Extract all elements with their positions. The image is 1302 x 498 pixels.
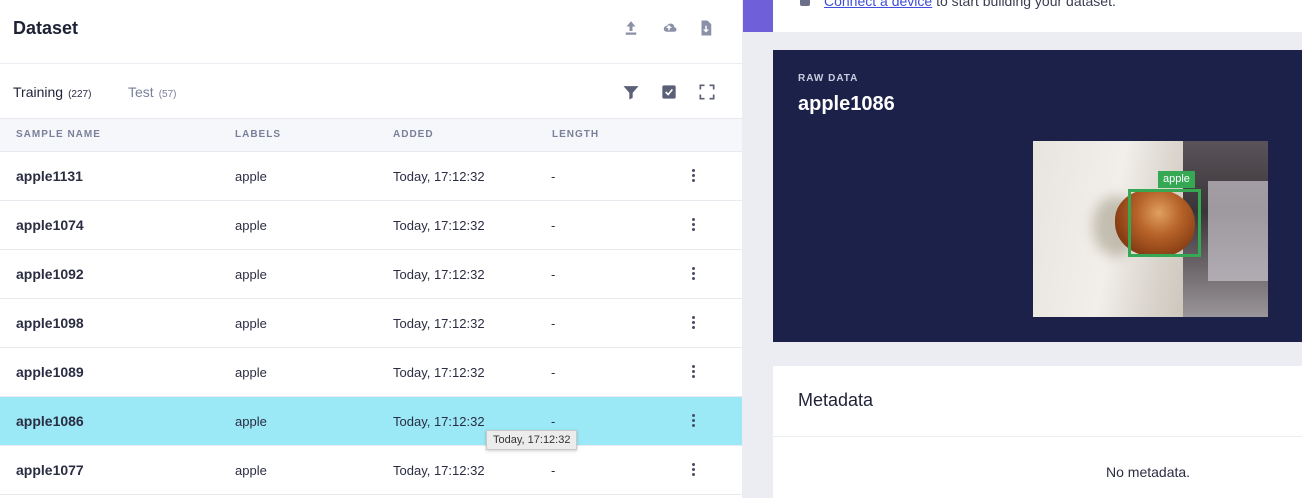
- column-header-labels[interactable]: LABELS: [235, 129, 281, 140]
- table-row-selected[interactable]: apple1086 apple Today, 17:12:32 -: [0, 397, 742, 446]
- sample-added: Today, 17:12:32: [393, 365, 485, 380]
- cloud-upload-icon[interactable]: [660, 19, 678, 37]
- tab-training-count: (227): [68, 89, 92, 100]
- sample-length: -: [551, 414, 556, 429]
- metadata-empty-text: No metadata.: [1106, 464, 1191, 480]
- sample-added: Today, 17:12:32: [393, 463, 485, 478]
- connect-device-link[interactable]: Connect a device: [824, 0, 932, 9]
- sample-name: apple1098: [16, 315, 84, 331]
- tab-test[interactable]: Test (57): [128, 84, 176, 100]
- tabs-row: Training (227) Test (57): [0, 64, 742, 119]
- more-options-icon[interactable]: [687, 364, 699, 380]
- sample-label: apple: [235, 316, 267, 331]
- tab-test-label: Test: [128, 84, 154, 100]
- table-header: SAMPLE NAME LABELS ADDED LENGTH: [0, 119, 742, 152]
- tab-training[interactable]: Training (227): [13, 84, 91, 100]
- sample-added: Today, 17:12:32: [393, 414, 485, 429]
- sample-label: apple: [235, 365, 267, 380]
- connect-device-text: Connect a device to start building your …: [824, 0, 1116, 9]
- table-body: apple1131 apple Today, 17:12:32 - apple1…: [0, 152, 742, 495]
- sample-length: -: [551, 218, 556, 233]
- added-tooltip: Today, 17:12:32: [486, 430, 578, 450]
- sample-label: apple: [235, 169, 267, 184]
- sample-length: -: [551, 169, 556, 184]
- table-row[interactable]: apple1077 apple Today, 17:12:32 -: [0, 446, 742, 495]
- download-file-icon[interactable]: [697, 19, 715, 37]
- column-header-added[interactable]: ADDED: [393, 129, 434, 140]
- dataset-header: Dataset: [0, 0, 742, 64]
- bounding-box: [1128, 189, 1201, 257]
- tab-test-count: (57): [158, 89, 177, 100]
- upload-icon[interactable]: [622, 19, 640, 37]
- sample-added: Today, 17:12:32: [393, 267, 485, 282]
- more-options-icon[interactable]: [687, 266, 699, 282]
- select-checkbox-icon[interactable]: [659, 82, 679, 102]
- sample-name: apple1077: [16, 462, 84, 478]
- raw-data-title: apple1086: [798, 93, 895, 115]
- table-row[interactable]: apple1098 apple Today, 17:12:32 -: [0, 299, 742, 348]
- connect-device-suffix: to start building your dataset.: [932, 0, 1116, 9]
- table-row[interactable]: apple1089 apple Today, 17:12:32 -: [0, 348, 742, 397]
- sample-name: apple1092: [16, 266, 84, 282]
- more-options-icon[interactable]: [687, 413, 699, 429]
- more-options-icon[interactable]: [687, 315, 699, 331]
- sample-label: apple: [235, 463, 267, 478]
- sample-name: apple1089: [16, 364, 84, 380]
- sample-name: apple1074: [16, 217, 84, 233]
- more-options-icon[interactable]: [687, 217, 699, 233]
- sample-added: Today, 17:12:32: [393, 316, 485, 331]
- sample-label: apple: [235, 218, 267, 233]
- sample-name: apple1131: [16, 168, 83, 184]
- sample-name: apple1086: [16, 413, 84, 429]
- sample-added: Today, 17:12:32: [393, 218, 485, 233]
- sample-image: apple: [1033, 141, 1268, 317]
- more-options-icon[interactable]: [687, 462, 699, 478]
- image-background-wall: [1208, 181, 1268, 281]
- metadata-divider: [773, 436, 1302, 437]
- table-row[interactable]: apple1131 apple Today, 17:12:32 -: [0, 152, 742, 201]
- device-icon: [800, 0, 810, 6]
- sample-length: -: [551, 365, 556, 380]
- table-row[interactable]: apple1074 apple Today, 17:12:32 -: [0, 201, 742, 250]
- tab-training-label: Training: [13, 84, 64, 100]
- raw-data-kicker: RAW DATA: [798, 73, 859, 84]
- column-header-length[interactable]: LENGTH: [552, 129, 599, 140]
- filter-icon[interactable]: [621, 82, 641, 102]
- more-options-icon[interactable]: [687, 168, 699, 184]
- sample-label: apple: [235, 267, 267, 282]
- sample-length: -: [551, 267, 556, 282]
- sample-label: apple: [235, 414, 267, 429]
- sample-added: Today, 17:12:32: [393, 169, 485, 184]
- sample-length: -: [551, 463, 556, 478]
- bounding-box-label: apple: [1158, 171, 1195, 188]
- raw-data-card: RAW DATA apple1086 apple: [773, 50, 1302, 342]
- sample-length: -: [551, 316, 556, 331]
- column-header-sample-name[interactable]: SAMPLE NAME: [16, 129, 101, 140]
- metadata-card: Metadata No metadata.: [773, 366, 1302, 498]
- metadata-title: Metadata: [798, 390, 874, 410]
- table-row[interactable]: apple1092 apple Today, 17:12:32 -: [0, 250, 742, 299]
- dataset-title: Dataset: [13, 18, 79, 38]
- expand-icon[interactable]: [697, 82, 717, 102]
- dataset-panel: Dataset Training (227) Test (57) SAMPLE NA…: [0, 0, 742, 498]
